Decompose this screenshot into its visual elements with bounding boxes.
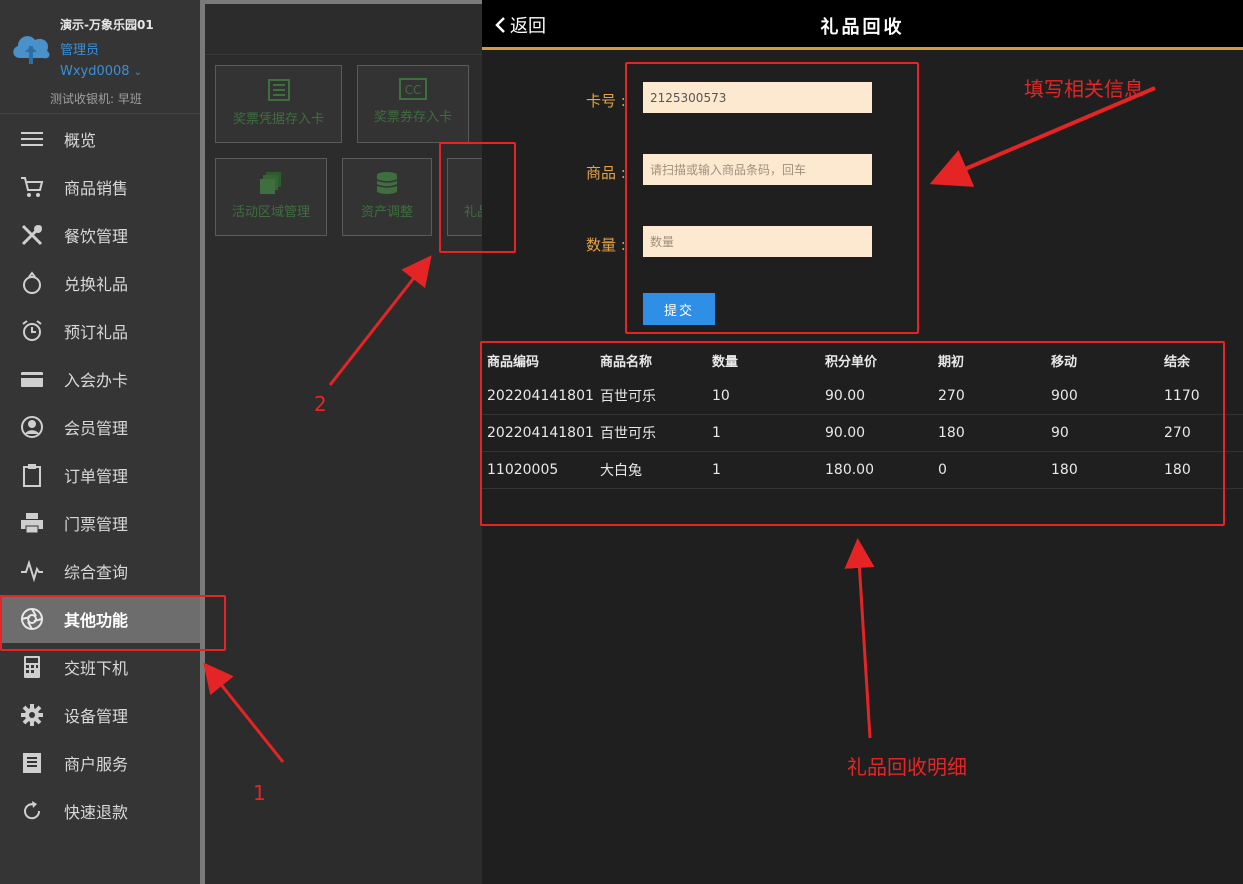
sidebar-item-label: 餐饮管理 — [64, 227, 129, 246]
sidebar-item-label: 入会办卡 — [64, 371, 129, 390]
sidebar-item-overview[interactable]: 概览 — [0, 115, 203, 163]
sidebar-item-label: 交班下机 — [64, 659, 129, 678]
goods-label: 商品 : — [586, 164, 626, 182]
book-icon — [0, 751, 64, 775]
annotation-box-other-functions — [0, 595, 226, 651]
calculator-icon — [0, 655, 64, 679]
sidebar-item-catering[interactable]: 餐饮管理 — [0, 211, 203, 259]
tile-asset-adjust[interactable]: 资产调整 — [342, 158, 432, 236]
sidebar-item-sales[interactable]: 商品销售 — [0, 163, 203, 211]
sidebar-item-gift-booking[interactable]: 预订礼品 — [0, 307, 203, 355]
sidebar-item-label: 综合查询 — [64, 563, 129, 582]
sidebar-menu: 概览 商品销售 餐饮管理 兑换礼品 预订礼品 入会办卡 会员管理 订单管理 门票… — [0, 115, 203, 835]
cart-icon — [0, 175, 64, 199]
chevron-down-icon: ⌄ — [133, 67, 142, 78]
tile-ticket-voucher-to-card[interactable]: 奖票凭据存入卡 — [215, 65, 342, 143]
annotation-box-form — [625, 62, 919, 334]
layers-icon — [260, 172, 281, 194]
sidebar-item-query[interactable]: 综合查询 — [0, 547, 203, 595]
top-bar: 返回 礼品回收 — [482, 0, 1243, 50]
utensils-icon — [0, 223, 64, 247]
annotation-box-gift-tile — [439, 142, 516, 253]
page-title: 礼品回收 — [820, 17, 905, 38]
menu-lines-icon — [0, 127, 64, 151]
function-grid-panel: 奖票凭据存入卡 CC 奖票券存入卡 活动区域管理 资产调整 礼品 — [205, 0, 507, 884]
annotation-detail: 礼品回收明细 — [847, 755, 967, 779]
tile-label: 活动区域管理 — [231, 205, 310, 220]
sidebar-item-orders[interactable]: 订单管理 — [0, 451, 203, 499]
sidebar-item-label: 会员管理 — [64, 419, 129, 438]
sidebar-item-membership-card[interactable]: 入会办卡 — [0, 355, 203, 403]
sidebar-item-member-management[interactable]: 会员管理 — [0, 403, 203, 451]
svg-text:CC: CC — [405, 83, 422, 97]
sidebar-item-gift-exchange[interactable]: 兑换礼品 — [0, 259, 203, 307]
app-root: 演示-万象乐园01 管理员 Wxyd0008 ⌄ 测试收银机: 早班 概览 商品销… — [0, 0, 1243, 884]
tile-label: 资产调整 — [360, 205, 413, 220]
list-icon — [267, 79, 290, 101]
sidebar: 演示-万象乐园01 管理员 Wxyd0008 ⌄ 测试收银机: 早班 概览 商品销… — [0, 0, 205, 884]
sidebar-item-label: 商户服务 — [64, 755, 129, 774]
sidebar-item-label: 兑换礼品 — [64, 275, 129, 294]
tile-ticket-coupon-to-card[interactable]: CC 奖票券存入卡 — [357, 65, 469, 143]
gear-icon — [0, 703, 64, 727]
sidebar-item-label: 门票管理 — [64, 515, 129, 534]
sidebar-item-tickets[interactable]: 门票管理 — [0, 499, 203, 547]
annotation-fill-info: 填写相关信息 — [1024, 77, 1144, 101]
printer-icon — [0, 511, 64, 535]
gift-bag-icon — [0, 271, 64, 295]
sidebar-item-label: 概览 — [64, 131, 97, 150]
machine-shift: 测试收银机: 早班 — [50, 92, 142, 106]
sidebar-item-label: 订单管理 — [64, 467, 129, 486]
sidebar-item-label: 商品销售 — [64, 179, 129, 198]
sidebar-header: 演示-万象乐园01 管理员 Wxyd0008 ⌄ 测试收银机: 早班 — [0, 0, 203, 114]
user-circle-icon — [0, 415, 64, 439]
annotation-step2: 2 — [314, 392, 327, 416]
tile-activity-area[interactable]: 活动区域管理 — [215, 158, 327, 236]
clipboard-icon — [0, 463, 64, 487]
quantity-label: 数量 : — [586, 236, 626, 254]
cloud-logo-icon — [13, 36, 50, 64]
store-name: 演示-万象乐园01 — [60, 18, 154, 32]
user-role: 管理员 — [60, 43, 100, 58]
annotation-step1: 1 — [253, 781, 266, 805]
annotation-box-table — [480, 341, 1225, 526]
refresh-icon — [0, 799, 64, 823]
card-label: 卡号 : — [586, 92, 626, 110]
sidebar-item-devices[interactable]: 设备管理 — [0, 691, 203, 739]
pulse-icon — [0, 559, 64, 583]
tile-label: 奖票凭据存入卡 — [232, 112, 324, 127]
alarm-clock-icon — [0, 319, 64, 343]
user-dropdown[interactable]: Wxyd0008 ⌄ — [60, 64, 142, 79]
sidebar-item-label: 设备管理 — [64, 707, 129, 726]
cc-icon: CC — [399, 78, 427, 100]
function-grid-header — [205, 0, 482, 55]
sidebar-item-merchant-services[interactable]: 商户服务 — [0, 739, 203, 787]
tile-label: 奖票券存入卡 — [373, 110, 452, 125]
sidebar-item-label: 快速退款 — [64, 803, 129, 822]
database-icon — [376, 172, 398, 194]
sidebar-item-quick-refund[interactable]: 快速退款 — [0, 787, 203, 835]
sidebar-item-label: 预订礼品 — [64, 323, 129, 342]
card-icon — [0, 367, 64, 391]
username: Wxyd0008 — [60, 64, 130, 79]
